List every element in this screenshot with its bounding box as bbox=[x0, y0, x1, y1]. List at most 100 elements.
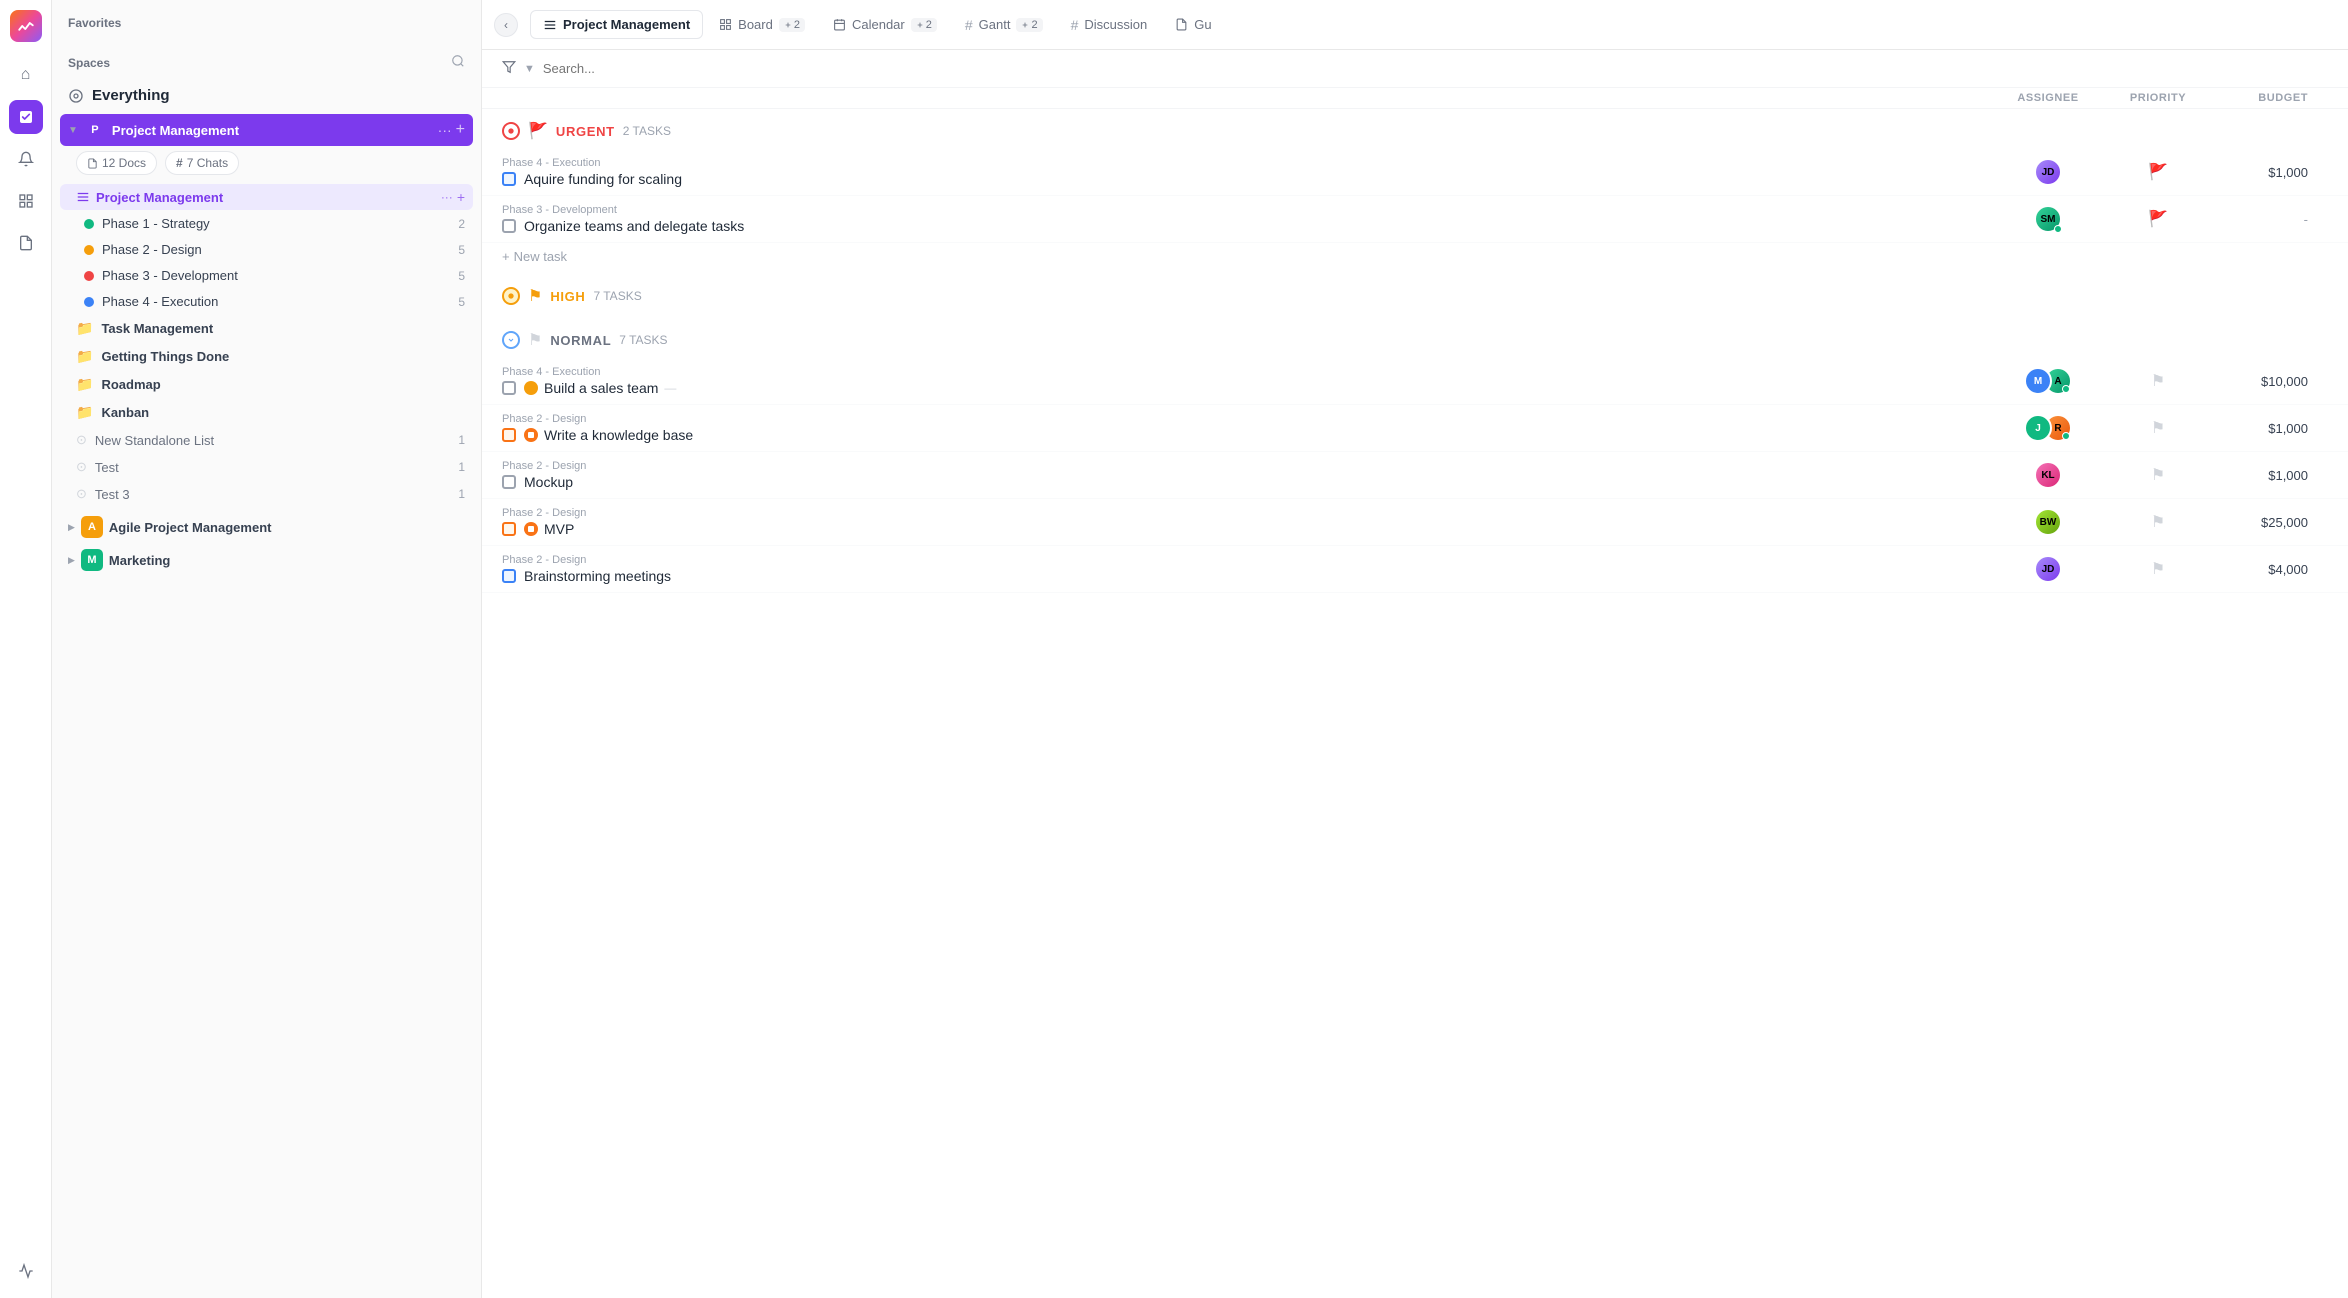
normal-collapse-icon[interactable] bbox=[502, 331, 520, 349]
favorites-label: Favorites bbox=[68, 16, 121, 30]
pm-add-icon[interactable]: + bbox=[456, 121, 465, 139]
project-management-list[interactable]: Project Management ··· + bbox=[60, 184, 473, 210]
high-group-header[interactable]: ⚑ HIGH 7 TASKS bbox=[482, 274, 2348, 314]
marketing-space[interactable]: ▶ M Marketing bbox=[60, 544, 473, 576]
assignee-mvp: BW bbox=[1988, 508, 2108, 536]
roadmap-folder[interactable]: 📁 Roadmap bbox=[60, 371, 473, 398]
task-checkbox-mockup[interactable] bbox=[502, 475, 516, 489]
avatar-stack-kb: J R bbox=[2024, 414, 2072, 442]
high-flag-icon: ⚑ bbox=[528, 286, 542, 306]
av-mockup-initial: KL bbox=[2041, 470, 2054, 481]
priority-organize: 🚩 bbox=[2108, 209, 2208, 229]
pm-more-icon[interactable]: ··· bbox=[438, 122, 452, 138]
pm-list-add[interactable]: + bbox=[457, 189, 465, 205]
table-row[interactable]: Phase 2 - Design Write a knowledge base bbox=[482, 405, 2348, 452]
task-checkbox-mvp[interactable] bbox=[502, 522, 516, 536]
avatar-m: M bbox=[2024, 367, 2052, 395]
grid-nav-icon[interactable] bbox=[9, 184, 43, 218]
table-row[interactable]: Phase 4 - Execution Build a sales team — bbox=[482, 358, 2348, 405]
phase4-name: Phase 4 - Execution bbox=[102, 294, 450, 309]
notifications-nav-icon[interactable] bbox=[9, 142, 43, 176]
chats-pill[interactable]: # 7 Chats bbox=[165, 151, 239, 175]
table-row[interactable]: Phase 2 - Design Brainstorming meetings … bbox=[482, 546, 2348, 593]
project-management-space[interactable]: ▼ P Project Management ··· + bbox=[60, 114, 473, 146]
everything-item[interactable]: Everything bbox=[60, 81, 473, 110]
task-phase-mockup: Phase 2 - Design bbox=[502, 460, 1988, 472]
standalone-name-2: Test bbox=[95, 460, 450, 475]
normal-group: ⚑ NORMAL 7 TASKS Phase 4 - Execution Bui… bbox=[482, 318, 2348, 593]
urgent-collapse-icon[interactable] bbox=[502, 122, 520, 140]
task-checkbox-brainstorm[interactable] bbox=[502, 569, 516, 583]
table-row[interactable]: Phase 3 - Development Organize teams and… bbox=[482, 196, 2348, 243]
filter-dropdown-arrow[interactable]: ▼ bbox=[524, 63, 535, 75]
pm-list-actions: ··· + bbox=[441, 189, 465, 205]
search-input[interactable] bbox=[543, 61, 2328, 76]
spaces-search-icon[interactable] bbox=[451, 54, 465, 71]
home-nav-icon[interactable]: ⌂ bbox=[9, 58, 43, 92]
standalone-name-1: New Standalone List bbox=[95, 433, 450, 448]
table-row[interactable]: Phase 4 - Execution Aquire funding for s… bbox=[482, 149, 2348, 196]
task-name-inner-sales: Build a sales team — bbox=[524, 380, 676, 396]
priority-gray-flag-4: ⚑ bbox=[2151, 512, 2165, 532]
task-checkbox-organize[interactable] bbox=[502, 219, 516, 233]
pm-collapse-arrow[interactable]: ▼ bbox=[68, 125, 78, 136]
task-management-folder[interactable]: 📁 Task Management bbox=[60, 315, 473, 342]
tab-discussion[interactable]: # Discussion bbox=[1059, 11, 1160, 39]
table-row[interactable]: Phase 2 - Design Mockup KL ⚑ $1,000 bbox=[482, 452, 2348, 499]
standalone-count-1: 1 bbox=[458, 433, 465, 447]
kanban-folder[interactable]: 📁 Kanban bbox=[60, 399, 473, 426]
docs-nav-icon[interactable] bbox=[9, 226, 43, 260]
high-group: ⚑ HIGH 7 TASKS bbox=[482, 274, 2348, 314]
task-checkbox-sales[interactable] bbox=[502, 381, 516, 395]
tab-board[interactable]: Board 2 bbox=[707, 11, 817, 38]
phase1-count: 2 bbox=[458, 217, 465, 231]
pm-list-more[interactable]: ··· bbox=[441, 190, 453, 204]
new-task-urgent[interactable]: + New task bbox=[482, 243, 2348, 270]
tab-gu[interactable]: Gu bbox=[1163, 11, 1223, 38]
table-row[interactable]: Phase 2 - Design MVP BW bbox=[482, 499, 2348, 546]
everything-label: Everything bbox=[92, 87, 170, 104]
phase4-list-item[interactable]: Phase 4 - Execution 5 bbox=[60, 289, 473, 314]
assignee-mockup: KL bbox=[1988, 461, 2108, 489]
tasks-nav-icon[interactable] bbox=[9, 100, 43, 134]
new-task-label: New task bbox=[514, 249, 567, 264]
task-name-mvp: MVP bbox=[544, 521, 574, 537]
avatar-j: J bbox=[2024, 414, 2052, 442]
normal-group-header[interactable]: ⚑ NORMAL 7 TASKS bbox=[482, 318, 2348, 358]
normal-count: 7 TASKS bbox=[619, 333, 667, 347]
tab-list-label: Project Management bbox=[563, 17, 690, 32]
pulse-nav-icon[interactable] bbox=[9, 1254, 43, 1288]
task-checkbox-kb[interactable] bbox=[502, 428, 516, 442]
filter-icon[interactable] bbox=[502, 60, 516, 77]
getting-things-done-folder[interactable]: 📁 Getting Things Done bbox=[60, 343, 473, 370]
standalone-list-1[interactable]: ⊙ New Standalone List 1 bbox=[60, 427, 473, 453]
docs-pill[interactable]: 12 Docs bbox=[76, 151, 157, 175]
task-name-kb: Write a knowledge base bbox=[544, 427, 693, 443]
agile-space[interactable]: ▶ A Agile Project Management bbox=[60, 511, 473, 543]
task-left-organize: Phase 3 - Development Organize teams and… bbox=[502, 204, 1988, 234]
agile-collapse[interactable]: ▶ bbox=[68, 522, 75, 533]
standalone-icon-2: ⊙ bbox=[76, 459, 87, 475]
app-logo[interactable] bbox=[10, 10, 42, 42]
col-priority-header: PRIORITY bbox=[2108, 92, 2208, 104]
phase1-list-item[interactable]: Phase 1 - Strategy 2 bbox=[60, 211, 473, 236]
standalone-list-2[interactable]: ⊙ Test 1 bbox=[60, 454, 473, 480]
budget-brainstorm: $4,000 bbox=[2208, 562, 2328, 577]
urgent-group-header[interactable]: 🚩 URGENT 2 TASKS bbox=[482, 109, 2348, 149]
tab-list[interactable]: Project Management bbox=[530, 10, 703, 39]
marketing-collapse[interactable]: ▶ bbox=[68, 555, 75, 566]
collapse-sidebar-button[interactable]: ‹ bbox=[494, 13, 518, 37]
budget-mockup: $1,000 bbox=[2208, 468, 2328, 483]
priority-red-flag: 🚩 bbox=[2148, 162, 2168, 182]
high-collapse-icon[interactable] bbox=[502, 287, 520, 305]
phase3-list-item[interactable]: Phase 3 - Development 5 bbox=[60, 263, 473, 288]
standalone-list-3[interactable]: ⊙ Test 3 1 bbox=[60, 481, 473, 507]
tab-calendar[interactable]: Calendar 2 bbox=[821, 11, 949, 38]
marketing-avatar: M bbox=[81, 549, 103, 571]
task-name-sales: Build a sales team bbox=[544, 380, 658, 396]
task-checkbox-aquire[interactable] bbox=[502, 172, 516, 186]
phase4-count: 5 bbox=[458, 295, 465, 309]
tab-gantt[interactable]: # Gantt 2 bbox=[953, 11, 1055, 39]
phase2-list-item[interactable]: Phase 2 - Design 5 bbox=[60, 237, 473, 262]
urgent-group: 🚩 URGENT 2 TASKS Phase 4 - Execution Aqu… bbox=[482, 109, 2348, 270]
